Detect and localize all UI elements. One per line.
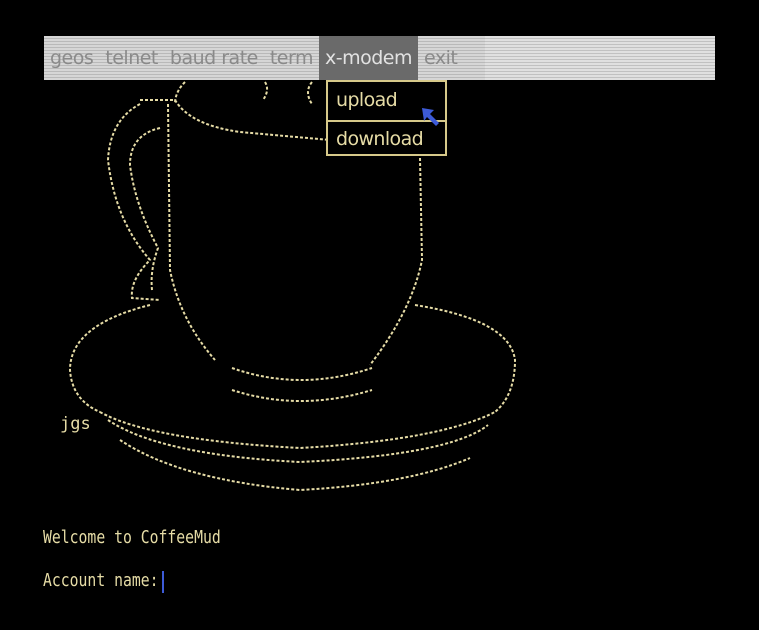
menu-term[interactable]: term	[264, 36, 319, 80]
menu-items: geos telnet baud rate term x-modem exit	[44, 36, 463, 80]
menu-telnet[interactable]: telnet	[99, 36, 164, 80]
menu-geos[interactable]: geos	[44, 36, 99, 80]
menu-bar-stripe	[485, 36, 715, 80]
text-cursor[interactable]	[162, 571, 164, 593]
menu-bar: geos telnet baud rate term x-modem exit	[44, 36, 715, 80]
welcome-message: Welcome to CoffeeMud	[43, 527, 221, 548]
menu-exit[interactable]: exit	[418, 36, 463, 80]
mouse-pointer-icon	[422, 108, 439, 126]
menu-baud-rate[interactable]: baud rate	[164, 36, 264, 80]
artist-signature: jgs	[60, 414, 91, 434]
account-name-prompt: Account name:	[43, 570, 159, 591]
menu-x-modem[interactable]: x-modem	[318, 36, 418, 80]
